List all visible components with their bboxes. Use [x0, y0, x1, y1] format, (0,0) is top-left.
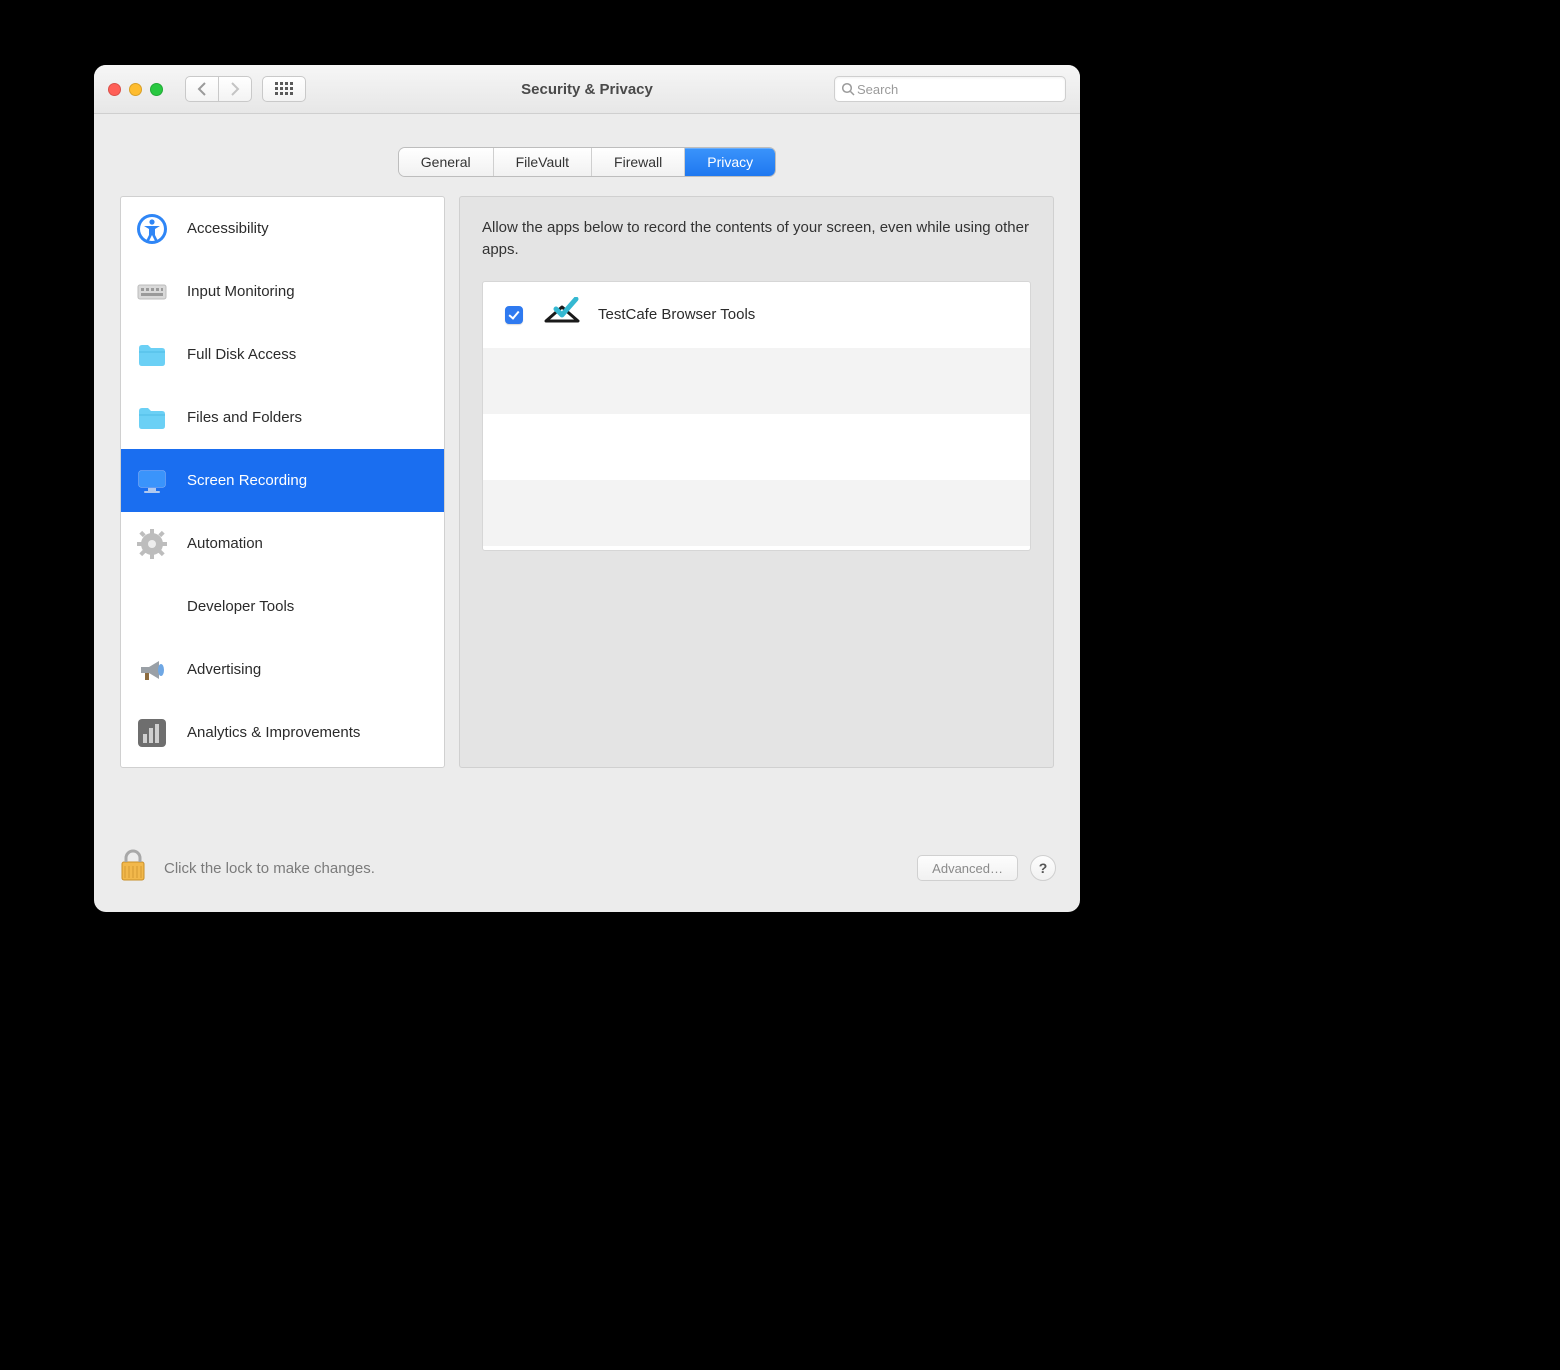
app-row-empty: [483, 414, 1030, 480]
zoom-window-button[interactable]: [150, 83, 163, 96]
tab-filevault[interactable]: FileVault: [494, 148, 592, 176]
preferences-window: Security & Privacy General FileVault Fir…: [94, 65, 1080, 912]
close-window-button[interactable]: [108, 83, 121, 96]
folder-icon: [131, 334, 173, 376]
forward-button[interactable]: [219, 76, 252, 102]
gear-icon: [131, 523, 173, 565]
sidebar-item-label: Advertising: [187, 661, 261, 678]
sidebar-item-label: Automation: [187, 535, 263, 552]
tabs-row: General FileVault Firewall Privacy: [94, 148, 1080, 176]
search-icon: [841, 82, 855, 96]
folder-icon: [131, 397, 173, 439]
search-input[interactable]: [855, 81, 1059, 98]
app-enabled-checkbox[interactable]: [505, 306, 523, 324]
advanced-button-label: Advanced…: [932, 861, 1003, 876]
accessibility-icon: [131, 208, 173, 250]
tab-firewall[interactable]: Firewall: [592, 148, 685, 176]
help-button-label: ?: [1039, 860, 1048, 876]
nav-buttons: [185, 76, 252, 102]
sidebar-item-advertising[interactable]: Advertising: [121, 638, 444, 701]
sidebar-item-label: Input Monitoring: [187, 283, 295, 300]
pane-description: Allow the apps below to record the conte…: [482, 217, 1031, 261]
window-controls: [108, 83, 163, 96]
lock-area[interactable]: Click the lock to make changes.: [118, 848, 375, 889]
megaphone-icon: [131, 649, 173, 691]
chevron-right-icon: [229, 82, 241, 96]
sidebar-item-analytics[interactable]: Analytics & Improvements: [121, 701, 444, 764]
sidebar-item-label: Files and Folders: [187, 409, 302, 426]
sidebar-item-full-disk-access[interactable]: Full Disk Access: [121, 323, 444, 386]
bar-chart-icon: [131, 712, 173, 754]
show-all-button[interactable]: [262, 76, 306, 102]
privacy-category-list[interactable]: Accessibility Input Monitoring Full Disk…: [120, 196, 445, 768]
tab-label: FileVault: [516, 154, 569, 170]
tab-general[interactable]: General: [399, 148, 494, 176]
sidebar-item-files-and-folders[interactable]: Files and Folders: [121, 386, 444, 449]
testcafe-icon: [542, 297, 582, 332]
advanced-button[interactable]: Advanced…: [917, 855, 1018, 881]
chevron-left-icon: [196, 82, 208, 96]
keyboard-icon: [131, 271, 173, 313]
tab-privacy[interactable]: Privacy: [685, 148, 775, 176]
sidebar-item-label: Accessibility: [187, 220, 269, 237]
app-row[interactable]: TestCafe Browser Tools: [483, 282, 1030, 348]
sidebar-item-label: Screen Recording: [187, 472, 307, 489]
tab-label: Privacy: [707, 154, 753, 170]
display-icon: [131, 460, 173, 502]
tab-label: General: [421, 154, 471, 170]
sidebar-item-automation[interactable]: Automation: [121, 512, 444, 575]
privacy-detail-pane: Allow the apps below to record the conte…: [459, 196, 1054, 768]
sidebar-item-label: Analytics & Improvements: [187, 724, 360, 741]
footer: Click the lock to make changes. Advanced…: [94, 824, 1080, 912]
app-row-empty: [483, 480, 1030, 546]
grid-icon: [275, 82, 293, 96]
lock-icon: [118, 848, 148, 889]
blank-icon: [131, 586, 173, 628]
sidebar-item-accessibility[interactable]: Accessibility: [121, 197, 444, 260]
titlebar: Security & Privacy: [94, 65, 1080, 114]
sidebar-item-input-monitoring[interactable]: Input Monitoring: [121, 260, 444, 323]
app-label: TestCafe Browser Tools: [598, 306, 755, 323]
allowed-apps-list: TestCafe Browser Tools: [482, 281, 1031, 551]
help-button[interactable]: ?: [1030, 855, 1056, 881]
main-panel: Accessibility Input Monitoring Full Disk…: [120, 196, 1054, 768]
minimize-window-button[interactable]: [129, 83, 142, 96]
sidebar-item-label: Developer Tools: [187, 598, 294, 615]
tab-label: Firewall: [614, 154, 662, 170]
sidebar-item-label: Full Disk Access: [187, 346, 296, 363]
sidebar-item-screen-recording[interactable]: Screen Recording: [121, 449, 444, 512]
search-field-wrap[interactable]: [834, 76, 1066, 102]
back-button[interactable]: [185, 76, 219, 102]
tab-bar: General FileVault Firewall Privacy: [399, 148, 775, 176]
lock-text: Click the lock to make changes.: [164, 860, 375, 877]
sidebar-item-developer-tools[interactable]: Developer Tools: [121, 575, 444, 638]
app-row-empty: [483, 348, 1030, 414]
